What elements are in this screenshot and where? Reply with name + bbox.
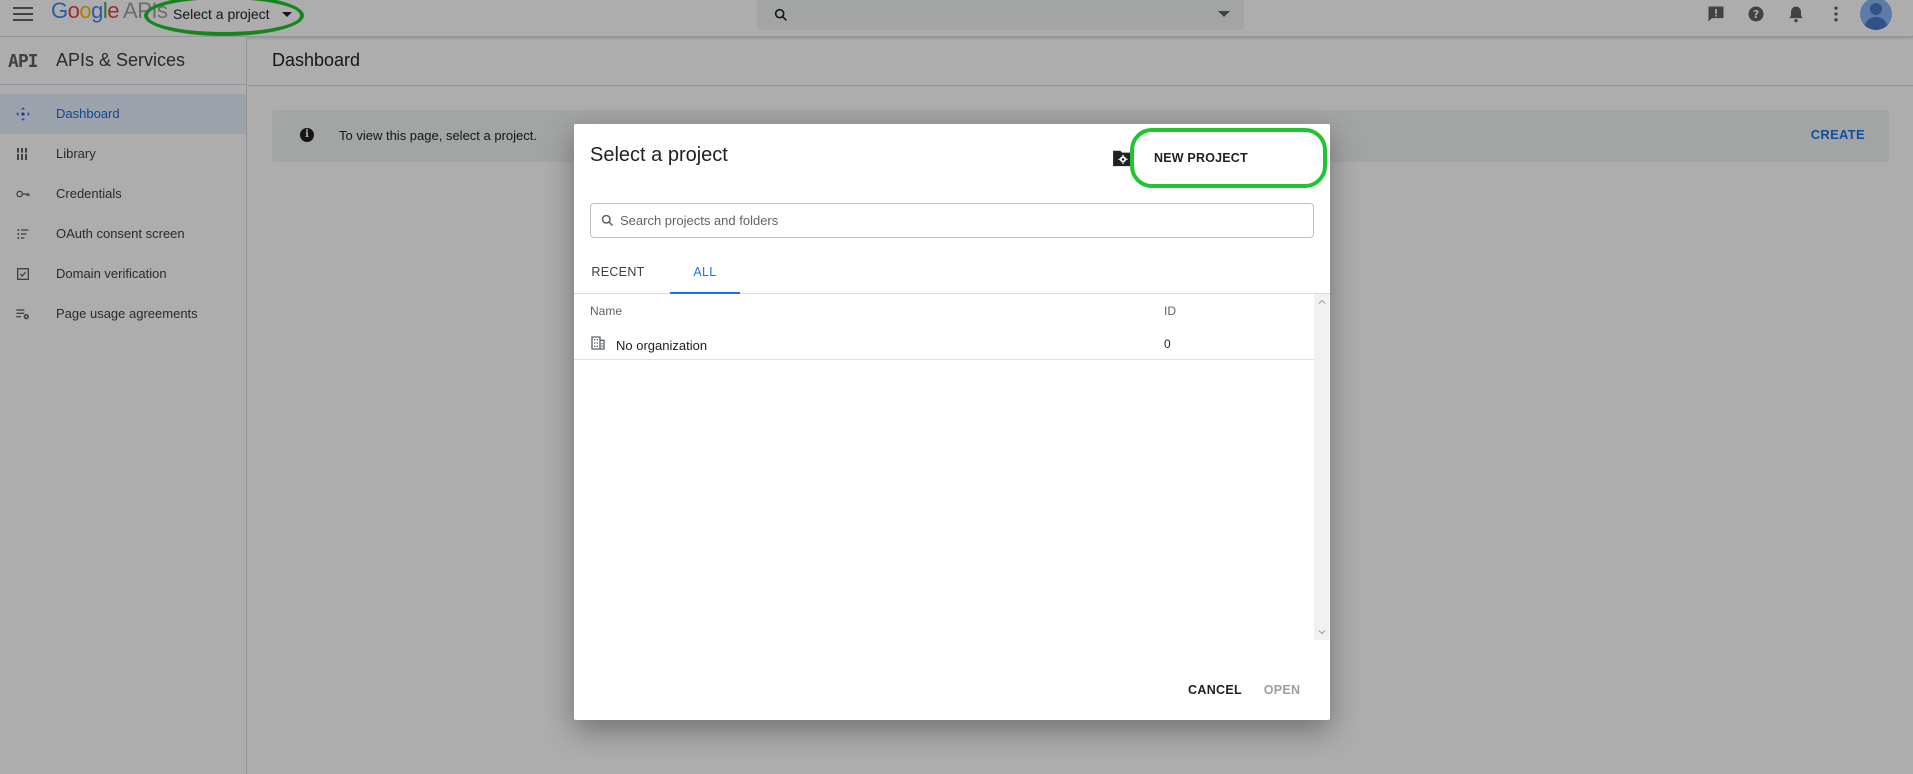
table-row[interactable]: No organization 0: [574, 328, 1314, 360]
project-search-input[interactable]: [620, 205, 1300, 236]
cancel-button[interactable]: CANCEL: [1182, 674, 1248, 706]
row-name[interactable]: No organization: [616, 338, 707, 353]
column-header-id[interactable]: ID: [1164, 304, 1176, 318]
table-scrollbar[interactable]: [1314, 294, 1330, 640]
scroll-down-icon[interactable]: [1318, 628, 1326, 636]
search-icon: [601, 214, 614, 227]
project-search-field[interactable]: [590, 203, 1314, 238]
select-project-dialog: Select a project NEW PROJECT RECENT ALL …: [574, 124, 1330, 720]
tab-all[interactable]: ALL: [670, 258, 740, 294]
highlight-annotation: [1130, 128, 1327, 188]
column-header-name[interactable]: Name: [590, 304, 622, 318]
scroll-up-icon[interactable]: [1318, 298, 1326, 306]
dialog-actions: CANCEL OPEN: [574, 664, 1330, 720]
open-button[interactable]: OPEN: [1254, 674, 1310, 706]
tab-recent[interactable]: RECENT: [582, 258, 654, 294]
row-id: 0: [1164, 337, 1171, 351]
building-icon: [591, 336, 605, 350]
project-tabs: RECENT ALL: [574, 258, 1330, 294]
dialog-title: Select a project: [590, 144, 728, 166]
